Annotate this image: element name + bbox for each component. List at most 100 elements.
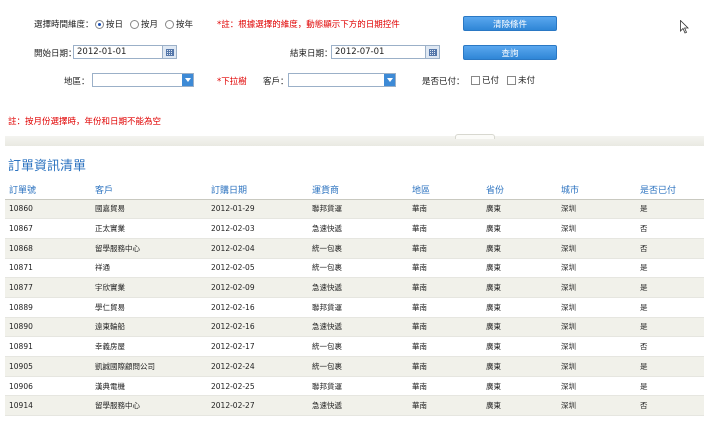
table-row[interactable]: 10906 漢典電機 2012-02-25 聯邦貨運 華南 廣東 深圳是 [5,376,704,397]
section-divider [5,136,704,146]
table-cell: 否 [636,238,704,259]
table-cell: 10877 [5,277,91,298]
region-label: 地區： [64,77,90,87]
granularity-radio-group: 按日 按月 按年 [95,18,197,30]
radio-month-dot[interactable] [130,19,140,29]
column-header[interactable]: 訂單號 [5,180,91,200]
table-cell: 深圳 [557,356,636,377]
column-header[interactable]: 客戶 [91,180,207,200]
table-cell: 是 [636,277,704,298]
column-header[interactable]: 省份 [482,180,557,200]
table-cell: 廣東 [482,356,557,377]
table-cell: 宇欣實業 [91,277,207,298]
radio-day-label: 按日 [106,20,124,30]
table-row[interactable]: 10868 留學服務中心 2012-02-04 統一包裹 華南 廣東 深圳否 [5,238,704,259]
table-cell: 是 [636,297,704,318]
paid-yes-checkbox[interactable] [471,75,480,85]
paid-yes-label: 已付 [482,76,500,86]
table-row[interactable]: 10877 宇欣實業 2012-02-09 急速快遞 華南 廣東 深圳是 [5,277,704,298]
table-cell: 是 [636,258,704,279]
table-cell: 廣東 [482,336,557,357]
table-cell: 是 [636,356,704,377]
radio-day[interactable]: 按日 [95,18,123,30]
end-date-label: 結束日期： [290,49,333,59]
radio-year-dot[interactable] [165,19,175,29]
customer-label: 客戶： [263,77,289,87]
table-cell: 是 [636,199,704,220]
table-cell: 深圳 [557,317,636,338]
table-cell: 留學服務中心 [91,395,207,417]
start-date-field[interactable]: 2012-01-01 [73,45,177,59]
paid-options: 已付 未付 [471,74,535,86]
radio-day-dot[interactable] [95,19,104,29]
table-cell: 急速快遞 [308,277,408,298]
table-row[interactable]: 10890 遠東輪船 2012-02-16 急速快遞 華南 廣東 深圳是 [5,317,704,338]
collapse-handle[interactable] [455,134,495,139]
table-row[interactable]: 10905 凱誠國際顧問公司 2012-02-24 統一包裹 華南 廣東 深圳是 [5,356,704,377]
table-cell: 2012-02-04 [207,238,308,259]
table-cell: 深圳 [557,336,636,357]
table-cell: 學仁貿易 [91,297,207,318]
clear-conditions-button[interactable]: 清除條件 [463,16,557,31]
table-cell: 華南 [408,336,482,357]
table-cell: 2012-02-16 [207,297,308,318]
paid-label: 是否已付： [422,77,465,87]
radio-month-label: 按月 [141,20,159,30]
column-header[interactable]: 是否已付 [636,180,704,200]
table-cell: 華南 [408,199,482,220]
calendar-icon[interactable] [162,46,176,58]
chevron-down-icon[interactable] [384,74,395,86]
calendar-icon[interactable] [425,46,439,58]
column-header[interactable]: 城市 [557,180,636,200]
table-cell: 10905 [5,356,91,377]
table-row[interactable]: 10871 祥通 2012-02-05 統一包裹 華南 廣東 深圳是 [5,258,704,279]
customer-value [289,74,384,86]
table-cell: 急速快遞 [308,317,408,338]
table-cell: 聯邦貨運 [308,199,408,220]
column-header[interactable]: 地區 [408,180,482,200]
start-date-label: 開始日期： [34,49,77,59]
table-cell: 廣東 [482,277,557,298]
mouse-cursor-icon [680,20,689,34]
start-date-value: 2012-01-01 [77,47,127,57]
table-cell: 廣東 [482,199,557,220]
end-date-value: 2012-07-01 [335,47,385,57]
table-row[interactable]: 10867 正太實業 2012-02-03 急速快遞 華南 廣東 深圳否 [5,218,704,239]
table-cell: 聯邦貨運 [308,376,408,397]
column-header[interactable]: 運貨商 [308,180,408,200]
table-cell: 留學服務中心 [91,238,207,259]
table-cell: 2012-02-25 [207,376,308,397]
radio-year[interactable]: 按年 [165,18,193,30]
dropdown-tree-note: *下拉樹 [217,77,247,87]
table-row[interactable]: 10860 國嘉貿易 2012-01-29 聯邦貨運 華南 廣東 深圳是 [5,199,704,220]
paid-no-checkbox[interactable] [507,75,517,85]
table-cell: 幸義房屋 [91,336,207,357]
table-cell: 廣東 [482,238,557,259]
table-cell: 是 [636,317,704,338]
month-selection-note: 註：按月份選擇時，年份和日期不能為空 [8,117,162,127]
table-cell: 深圳 [557,199,636,220]
radio-year-label: 按年 [176,20,194,30]
page-title: 訂單資訊清單 [8,159,87,174]
table-row[interactable]: 10889 學仁貿易 2012-02-16 聯邦貨運 華南 廣東 深圳是 [5,297,704,318]
column-header[interactable]: 訂購日期 [207,180,308,200]
query-button[interactable]: 查詢 [463,45,557,60]
customer-dropdown[interactable] [288,73,396,87]
chevron-down-icon[interactable] [182,74,193,86]
granularity-label: 選擇時間維度： [34,20,94,30]
table-cell: 深圳 [557,376,636,397]
table-cell: 遠東輪船 [91,317,207,338]
table-cell: 統一包裹 [308,238,408,259]
paid-yes-option[interactable]: 已付 [471,74,499,86]
region-dropdown[interactable] [92,73,194,87]
radio-month[interactable]: 按月 [130,18,158,30]
paid-no-option[interactable]: 未付 [507,74,535,86]
end-date-field[interactable]: 2012-07-01 [331,45,440,59]
table-cell: 2012-02-24 [207,356,308,377]
table-row[interactable]: 10891 幸義房屋 2012-02-17 統一包裹 華南 廣東 深圳否 [5,336,704,357]
table-cell: 華南 [408,356,482,377]
table-cell: 統一包裹 [308,356,408,377]
table-cell: 深圳 [557,258,636,279]
table-cell: 10906 [5,376,91,397]
table-row[interactable]: 10914 留學服務中心 2012-02-27 急速快遞 華南 廣東 深圳否 [5,395,704,417]
